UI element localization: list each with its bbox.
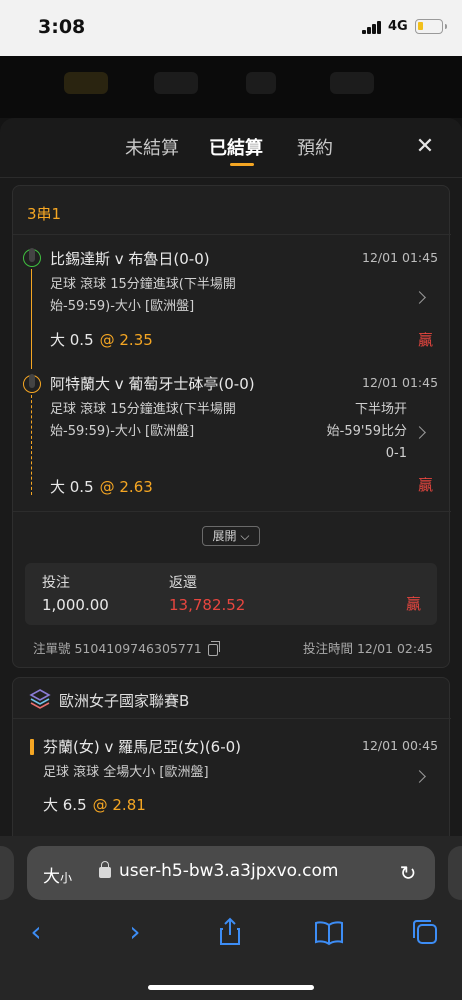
score-note-line1: 下半场开 (354, 402, 407, 417)
chevron-right-icon[interactable] (413, 770, 426, 783)
leg-time: 12/01 01:45 (362, 375, 439, 390)
single-market: 足球 滾球 全場大小 [歐洲盤] (43, 765, 209, 780)
stake-label: 投注 (42, 575, 70, 591)
bet-history-sheet: 未結算 已結算 預約 ✕ 3串1 比錫達斯 v 布魯日(0-0) 12/01 0… (0, 118, 462, 836)
soccer-status-icon (23, 374, 41, 393)
url-text[interactable]: user-h5-bw3.a3jpxvo.com (119, 861, 338, 881)
address-bar[interactable]: 大小 user-h5-bw3.a3jpxvo.com ↻ (27, 846, 435, 900)
expand-button[interactable]: 展開 ⌵ (202, 526, 260, 546)
text-size-button[interactable]: 大小 (43, 862, 72, 887)
bet-result: 贏 (406, 595, 422, 613)
return-label: 返還 (169, 575, 197, 591)
text-size-large: 大 (43, 867, 60, 887)
leg-time: 12/01 01:45 (362, 250, 439, 265)
league-name: 歐洲女子國家聯賽B (59, 692, 190, 710)
leg-pick: 大 0.5 @ 2.35 (50, 329, 153, 350)
chevron-down-icon: ⌵ (236, 529, 250, 543)
order-number: 注單號 5104109746305771 (33, 638, 220, 657)
score-note-line2: 始-59'59比分 (326, 424, 407, 439)
prev-tab-pill[interactable] (0, 846, 14, 900)
chevron-right-icon[interactable] (413, 291, 426, 304)
battery-icon (415, 19, 447, 34)
single-match: 芬蘭(女) v 羅馬尼亞(女)(6-0) (43, 738, 242, 756)
tab-settled[interactable]: 已結算 (209, 134, 263, 160)
leg-pick-value: 大 0.5 (50, 331, 94, 349)
share-icon[interactable] (212, 914, 248, 950)
active-tab-indicator (230, 163, 254, 166)
bet-card-parlay: 3串1 比錫達斯 v 布魯日(0-0) 12/01 01:45 足球 滾球 15… (12, 185, 451, 668)
bet-type: 3串1 (27, 205, 62, 223)
order-number-text: 注單號 5104109746305771 (33, 641, 202, 656)
browser-toolbar: 大小 user-h5-bw3.a3jpxvo.com ↻ ‹ › (0, 836, 462, 1000)
reload-icon[interactable]: ↻ (397, 862, 419, 884)
forward-icon[interactable]: › (117, 914, 153, 950)
leg-score-note: 下半场开 始-59'59比分 0-1 (303, 399, 407, 465)
single-odds: @ 2.81 (92, 796, 146, 814)
status-time: 3:08 (38, 16, 86, 38)
home-indicator (148, 985, 314, 990)
expand-label: 展開 (212, 529, 237, 543)
single-time: 12/01 00:45 (362, 738, 439, 753)
tabs-icon[interactable] (407, 914, 443, 950)
leg-pick: 大 0.5 @ 2.63 (50, 476, 153, 497)
signal-icon (362, 21, 382, 34)
lock-icon (99, 861, 111, 878)
return-value: 13,782.52 (169, 596, 246, 614)
leg-market-line2: 始-59:59)-大小 [歐洲盤] (50, 299, 195, 314)
back-icon[interactable]: ‹ (18, 914, 54, 950)
tab-bar: 未結算 已結算 預約 ✕ (0, 118, 462, 178)
bet-summary: 投注 1,000.00 返還 13,782.52 贏 (25, 563, 437, 625)
leg-market-line2: 始-59:59)-大小 [歐洲盤] (50, 424, 195, 439)
bookmarks-icon[interactable] (311, 914, 347, 950)
leg-result: 贏 (418, 476, 434, 494)
leg-match: 比錫達斯 v 布魯日(0-0) (50, 250, 210, 268)
leg-connector (31, 395, 32, 495)
league-icon (29, 689, 51, 709)
single-pick: 大 6.5 @ 2.81 (43, 794, 146, 815)
soccer-status-icon (23, 248, 41, 267)
divider (13, 511, 451, 512)
leg-connector (31, 269, 32, 369)
tab-unsettled[interactable]: 未結算 (125, 134, 179, 160)
score-note-line3: 0-1 (385, 446, 407, 461)
leg-odds: @ 2.35 (99, 331, 153, 349)
copy-icon[interactable] (207, 640, 220, 656)
next-tab-pill[interactable] (448, 846, 462, 900)
status-bar: 3:08 4G (0, 0, 462, 56)
status-bar-indicator (30, 739, 34, 755)
leg-match: 阿特蘭大 v 葡萄牙士砵亭(0-0) (50, 375, 255, 393)
leg-result: 贏 (418, 331, 434, 349)
leg-odds: @ 2.63 (99, 478, 153, 496)
leg-pick-value: 大 0.5 (50, 478, 94, 496)
chevron-right-icon[interactable] (413, 426, 426, 439)
leg-market-line1: 足球 滾球 15分鐘進球(下半場開 (50, 402, 236, 417)
divider (13, 234, 451, 235)
tab-reserved[interactable]: 預約 (297, 134, 333, 160)
network-type: 4G (388, 19, 408, 34)
text-size-small: 小 (60, 871, 73, 885)
background-page (0, 56, 462, 118)
single-pick-value: 大 6.5 (43, 796, 87, 814)
close-icon[interactable]: ✕ (412, 134, 438, 160)
leg-market-line1: 足球 滾球 15分鐘進球(下半場開 (50, 277, 236, 292)
stake-value: 1,000.00 (42, 596, 109, 614)
divider (13, 718, 451, 719)
bet-card-single: 歐洲女子國家聯賽B 芬蘭(女) v 羅馬尼亞(女)(6-0) 12/01 00:… (12, 677, 451, 836)
bet-time: 投注時間 12/01 02:45 (303, 641, 433, 656)
